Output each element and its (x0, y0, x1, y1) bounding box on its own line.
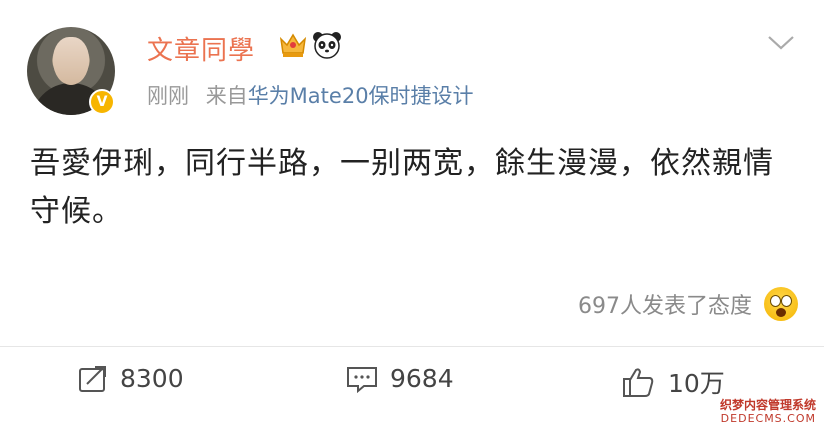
source-prefix: 来自 (205, 84, 248, 108)
comment-count: 9684 (390, 364, 454, 393)
source-link[interactable]: 华为Mate20保时捷设计 (248, 84, 474, 108)
thumbs-up-icon (623, 368, 654, 397)
post-text: 吾愛伊琍，同行半路，一别两宽，餘生漫漫，依然親情守候。 (30, 146, 774, 229)
verified-badge-icon: V (89, 89, 115, 115)
reactions-summary[interactable]: 697人发表了态度 (578, 287, 798, 321)
reactions-count-text: 697人发表了态度 (578, 294, 752, 319)
divider (0, 346, 824, 347)
post-time: 刚刚 (147, 84, 189, 108)
repost-button[interactable]: 8300 (78, 364, 184, 393)
post-meta: 刚刚 来自华为Mate20保时捷设计 (147, 80, 474, 110)
chevron-down-icon[interactable] (766, 33, 796, 53)
like-button[interactable]: 10万 (622, 364, 725, 400)
comment-button[interactable]: 9684 (346, 364, 454, 393)
watermark-line1: 织梦内容管理系统 (719, 398, 816, 412)
avatar[interactable]: V (27, 27, 115, 115)
panda-icon[interactable] (312, 31, 342, 59)
username[interactable]: 文章同學 (147, 30, 255, 67)
surprised-emoji-icon[interactable] (764, 287, 798, 321)
comment-icon (347, 366, 377, 393)
repost-icon (79, 365, 106, 392)
repost-count: 8300 (120, 364, 184, 393)
crown-icon[interactable] (278, 31, 308, 59)
like-count: 10万 (668, 369, 725, 398)
watermark: 织梦内容管理系统 DEDECMS.COM (720, 398, 816, 426)
watermark-line2: DEDECMS.COM (720, 412, 816, 425)
